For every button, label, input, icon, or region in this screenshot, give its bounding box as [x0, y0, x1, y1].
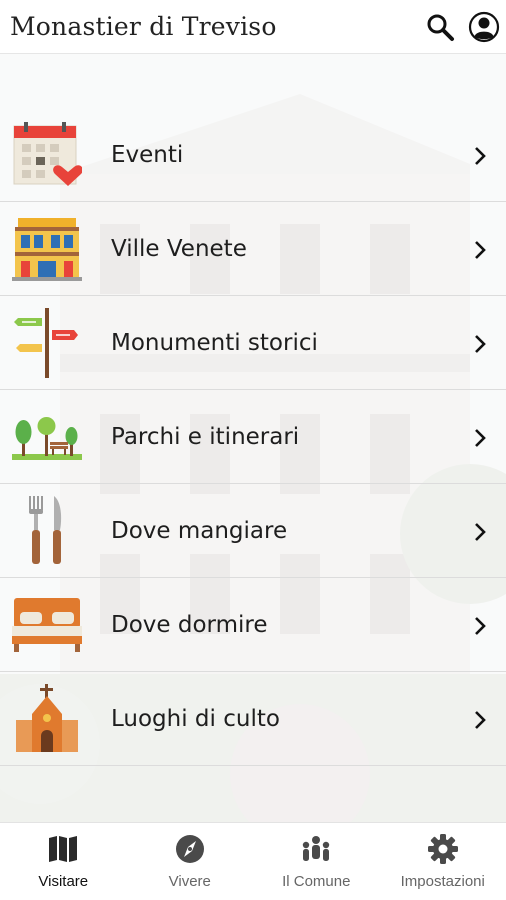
- church-icon: [12, 684, 82, 754]
- menu-item-dove-mangiare[interactable]: Dove mangiare: [0, 484, 506, 578]
- nav-tab-visitare[interactable]: Visitare: [0, 823, 127, 900]
- compass-icon: [174, 833, 206, 865]
- menu-item-label: Dove dormire: [111, 612, 268, 638]
- nav-label: Vivere: [168, 873, 211, 890]
- nav-label: Impostazioni: [400, 873, 485, 890]
- chevron-right-icon: [470, 334, 490, 354]
- nav-tab-vivere[interactable]: Vivere: [127, 823, 254, 900]
- menu-item-label: Monumenti storici: [111, 330, 318, 356]
- map-icon: [47, 833, 79, 865]
- chevron-right-icon: [470, 616, 490, 636]
- chevron-right-icon: [470, 146, 490, 166]
- fork-knife-icon: [12, 496, 82, 566]
- menu-item-parchi-e-itinerari[interactable]: Parchi e itinerari: [0, 390, 506, 484]
- menu-item-eventi[interactable]: Eventi: [0, 108, 506, 202]
- search-icon[interactable]: [423, 10, 457, 44]
- nav-tab-impostazioni[interactable]: Impostazioni: [380, 823, 506, 900]
- menu-item-label: Parchi e itinerari: [111, 424, 300, 450]
- chevron-right-icon: [470, 710, 490, 730]
- park-trees-icon: [12, 402, 82, 472]
- chevron-right-icon: [470, 240, 490, 260]
- bottom-navigation: Visitare Vivere Il Comune Impostazioni: [0, 822, 506, 900]
- menu-item-ville-venete[interactable]: Ville Venete: [0, 202, 506, 296]
- nav-label: Il Comune: [282, 873, 351, 890]
- user-icon[interactable]: [467, 10, 501, 44]
- app-header: Monastier di Treviso: [0, 0, 506, 54]
- menu-item-label: Ville Venete: [111, 236, 247, 262]
- calendar-heart-icon: [12, 120, 83, 190]
- chevron-right-icon: [470, 522, 490, 542]
- people-icon: [300, 833, 332, 865]
- menu-item-label: Eventi: [111, 142, 184, 168]
- gear-icon: [427, 833, 459, 865]
- signpost-icon: [12, 308, 82, 378]
- menu-item-luoghi-di-culto[interactable]: Luoghi di culto: [0, 672, 506, 766]
- menu-item-label: Luoghi di culto: [111, 706, 280, 732]
- menu-item-label: Dove mangiare: [111, 518, 288, 544]
- chevron-right-icon: [470, 428, 490, 448]
- villa-building-icon: [12, 214, 82, 284]
- bed-icon: [12, 590, 82, 660]
- nav-label: Visitare: [38, 873, 89, 890]
- category-menu: Eventi Ville Venete Monumenti storici Pa…: [0, 108, 506, 766]
- nav-tab-il-comune[interactable]: Il Comune: [253, 823, 380, 900]
- menu-item-dove-dormire[interactable]: Dove dormire: [0, 578, 506, 672]
- menu-item-monumenti-storici[interactable]: Monumenti storici: [0, 296, 506, 390]
- app-title: Monastier di Treviso: [10, 12, 277, 41]
